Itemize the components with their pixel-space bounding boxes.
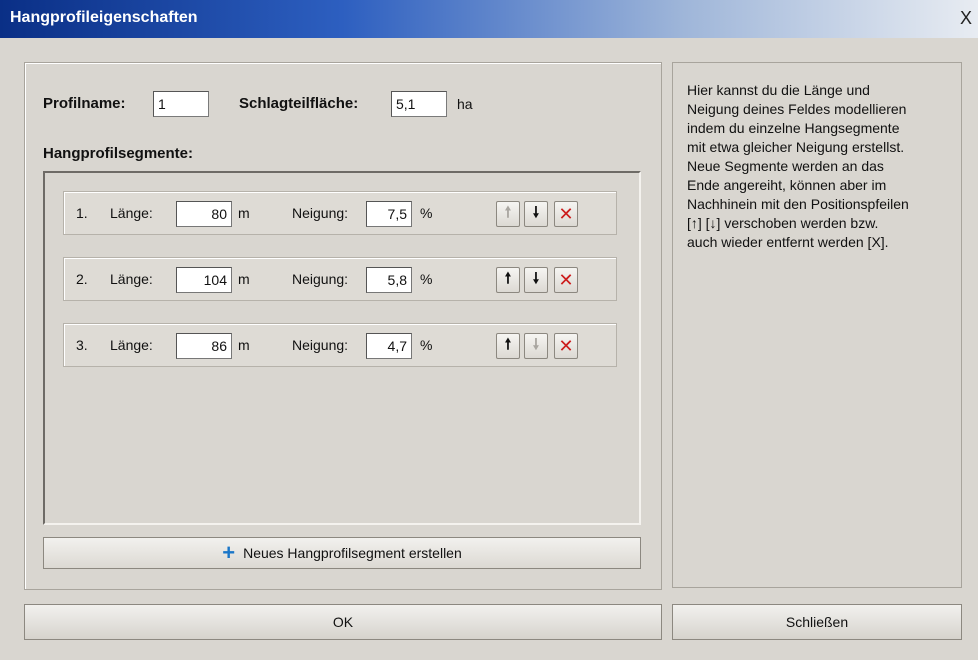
ok-label: OK xyxy=(332,614,354,630)
move-up-button[interactable]: 🠕 xyxy=(496,333,520,359)
segment-list: 1. Länge: 80 m Neigung: 7,5 % 🠕 🠗 ✕ 2. L… xyxy=(43,171,641,525)
plus-icon: + xyxy=(222,540,236,565)
window-title: Hangprofileigenschaften xyxy=(10,9,198,26)
segment-index: 3. xyxy=(76,337,88,353)
close-icon[interactable]: X xyxy=(956,8,976,28)
neigung-field[interactable]: 5,8 xyxy=(366,267,412,293)
profilname-label: Profilname: xyxy=(43,95,126,112)
move-down-button[interactable]: 🠗 xyxy=(524,201,548,227)
ok-button[interactable]: OK xyxy=(24,604,662,640)
title-bar: Hangprofileigenschaften X xyxy=(0,0,978,38)
delete-segment-button[interactable]: ✕ xyxy=(554,333,578,359)
move-down-button[interactable]: 🠗 xyxy=(524,333,548,359)
delete-icon: ✕ xyxy=(558,269,574,290)
laenge-field[interactable]: 80 xyxy=(176,201,232,227)
delete-segment-button[interactable]: ✕ xyxy=(554,267,578,293)
arrow-down-icon: 🠗 xyxy=(532,203,540,221)
neigung-label: Neigung: xyxy=(292,205,349,221)
arrow-up-icon: 🠕 xyxy=(504,335,512,353)
neigung-unit: % xyxy=(420,205,433,221)
profilname-field[interactable]: 1 xyxy=(153,91,209,117)
schlagteilflaeche-field[interactable]: 5,1 xyxy=(391,91,447,117)
segment-row: 1. Länge: 80 m Neigung: 7,5 % 🠕 🠗 ✕ xyxy=(63,191,617,235)
move-up-button[interactable]: 🠕 xyxy=(496,201,520,227)
arrow-up-icon: 🠕 xyxy=(504,203,512,221)
delete-icon: ✕ xyxy=(558,203,574,224)
help-panel: Hier kannst du die Länge und Neigung dei… xyxy=(672,62,962,588)
neigung-field[interactable]: 7,5 xyxy=(366,201,412,227)
segment-row: 2. Länge: 104 m Neigung: 5,8 % 🠕 🠗 ✕ xyxy=(63,257,617,301)
close-label: Schließen xyxy=(785,614,849,630)
arrow-down-icon: 🠗 xyxy=(532,335,540,353)
move-up-button[interactable]: 🠕 xyxy=(496,267,520,293)
delete-segment-button[interactable]: ✕ xyxy=(554,201,578,227)
help-text: Hier kannst du die Länge und Neigung dei… xyxy=(687,82,909,250)
move-down-button[interactable]: 🠗 xyxy=(524,267,548,293)
arrow-down-icon: 🠗 xyxy=(532,269,540,287)
neigung-label: Neigung: xyxy=(292,337,349,353)
laenge-label: Länge: xyxy=(110,271,153,287)
schlagteilflaeche-unit: ha xyxy=(457,96,473,112)
neigung-label: Neigung: xyxy=(292,271,349,287)
laenge-field[interactable]: 86 xyxy=(176,333,232,359)
neigung-unit: % xyxy=(420,337,433,353)
laenge-label: Länge: xyxy=(110,337,153,353)
laenge-unit: m xyxy=(238,337,250,353)
segment-row: 3. Länge: 86 m Neigung: 4,7 % 🠕 🠗 ✕ xyxy=(63,323,617,367)
neigung-unit: % xyxy=(420,271,433,287)
delete-icon: ✕ xyxy=(558,335,574,356)
laenge-field[interactable]: 104 xyxy=(176,267,232,293)
main-panel: Profilname: 1 Schlagteilfläche: 5,1 ha H… xyxy=(24,62,662,590)
arrow-up-icon: 🠕 xyxy=(504,269,512,287)
close-button[interactable]: Schließen xyxy=(672,604,962,640)
segment-index: 1. xyxy=(76,205,88,221)
segment-index: 2. xyxy=(76,271,88,287)
add-segment-label: Neues Hangprofilsegment erstellen xyxy=(243,545,462,561)
neigung-field[interactable]: 4,7 xyxy=(366,333,412,359)
laenge-unit: m xyxy=(238,205,250,221)
laenge-unit: m xyxy=(238,271,250,287)
laenge-label: Länge: xyxy=(110,205,153,221)
segments-heading: Hangprofilsegmente: xyxy=(43,145,194,162)
add-segment-button[interactable]: + Neues Hangprofilsegment erstellen xyxy=(43,537,641,569)
schlagteilflaeche-label: Schlagteilfläche: xyxy=(239,95,359,112)
